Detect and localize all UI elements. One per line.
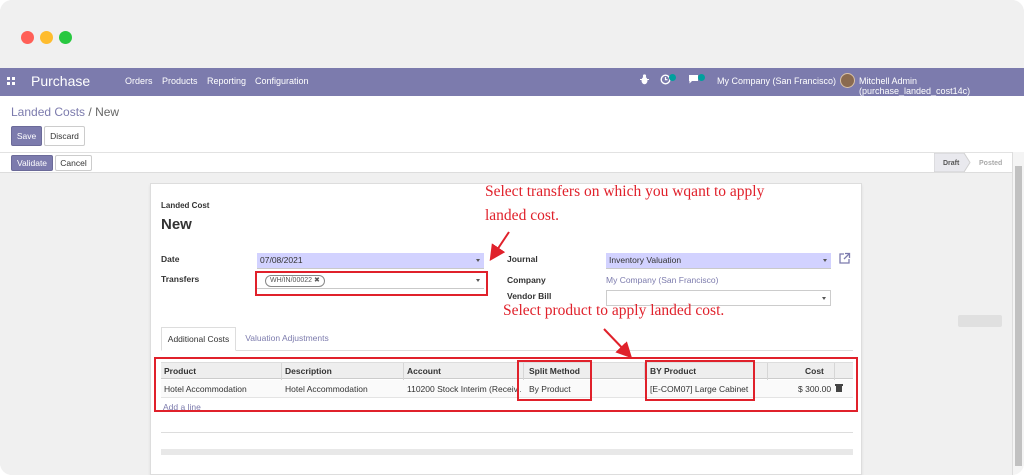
stage-pipeline: Draft Posted xyxy=(934,153,1012,172)
cell-by-product: [E-COM07] Large Cabinet xyxy=(650,384,749,394)
window-titlebar xyxy=(0,0,1024,68)
table-divider xyxy=(161,432,853,433)
breadcrumb-landed-costs[interactable]: Landed Costs xyxy=(11,105,85,119)
stage-posted[interactable]: Posted xyxy=(979,156,1002,171)
menu-products[interactable]: Products xyxy=(162,76,198,86)
form-sheet: Landed Cost New Date 07/08/2021 Transfer… xyxy=(150,183,862,475)
menu-configuration[interactable]: Configuration xyxy=(255,76,309,86)
maximize-window-dot[interactable] xyxy=(59,31,72,44)
window-frame: Purchase Orders Products Reporting Confi… xyxy=(0,0,1024,475)
cell-cost: $ 300.00 xyxy=(798,384,832,394)
activity-count-badge xyxy=(669,74,676,81)
add-line-link[interactable]: Add a line xyxy=(163,402,201,412)
menu-orders[interactable]: Orders xyxy=(125,76,153,86)
breadcrumb: Landed Costs / New xyxy=(11,105,119,119)
cell-description: Hotel Accommodation xyxy=(285,384,368,394)
faded-overlay-label xyxy=(958,315,1002,327)
cell-split-method: By Product xyxy=(529,384,571,394)
annotation-product: Select product to apply landed cost. xyxy=(503,302,725,319)
apps-grid-icon[interactable] xyxy=(7,77,16,86)
stage-draft[interactable]: Draft xyxy=(943,156,959,171)
annotation-transfers-line2: landed cost. xyxy=(485,207,560,224)
cell-product: Hotel Accommodation xyxy=(164,384,247,394)
minimize-window-dot[interactable] xyxy=(40,31,53,44)
top-navbar: Purchase Orders Products Reporting Confi… xyxy=(0,68,1024,96)
close-window-dot[interactable] xyxy=(21,31,34,44)
bug-icon[interactable] xyxy=(640,74,649,87)
app-title[interactable]: Purchase xyxy=(31,73,90,89)
vertical-scrollbar[interactable] xyxy=(1012,152,1024,475)
save-button[interactable]: Save xyxy=(11,126,42,146)
validate-button[interactable]: Validate xyxy=(11,155,53,171)
status-bar: Validate Cancel Draft Posted xyxy=(0,152,1024,173)
cell-account: 110200 Stock Interim (Receiv... xyxy=(407,384,521,394)
cancel-button[interactable]: Cancel xyxy=(55,155,92,171)
breadcrumb-current: New xyxy=(95,105,120,119)
discard-button[interactable]: Discard xyxy=(44,126,85,146)
avatar[interactable] xyxy=(840,73,855,88)
menu-reporting[interactable]: Reporting xyxy=(207,76,246,86)
table-footer xyxy=(161,449,853,455)
message-count-badge xyxy=(698,74,705,81)
breadcrumb-separator: / xyxy=(88,105,92,119)
trash-icon[interactable] xyxy=(835,384,843,392)
company-switcher[interactable]: My Company (San Francisco) xyxy=(717,76,836,86)
annotation-transfers-line1: Select transfers on which you wqant to a… xyxy=(485,183,765,200)
user-menu[interactable]: Mitchell Admin (purchase_landed_cost14c) xyxy=(859,76,1024,96)
